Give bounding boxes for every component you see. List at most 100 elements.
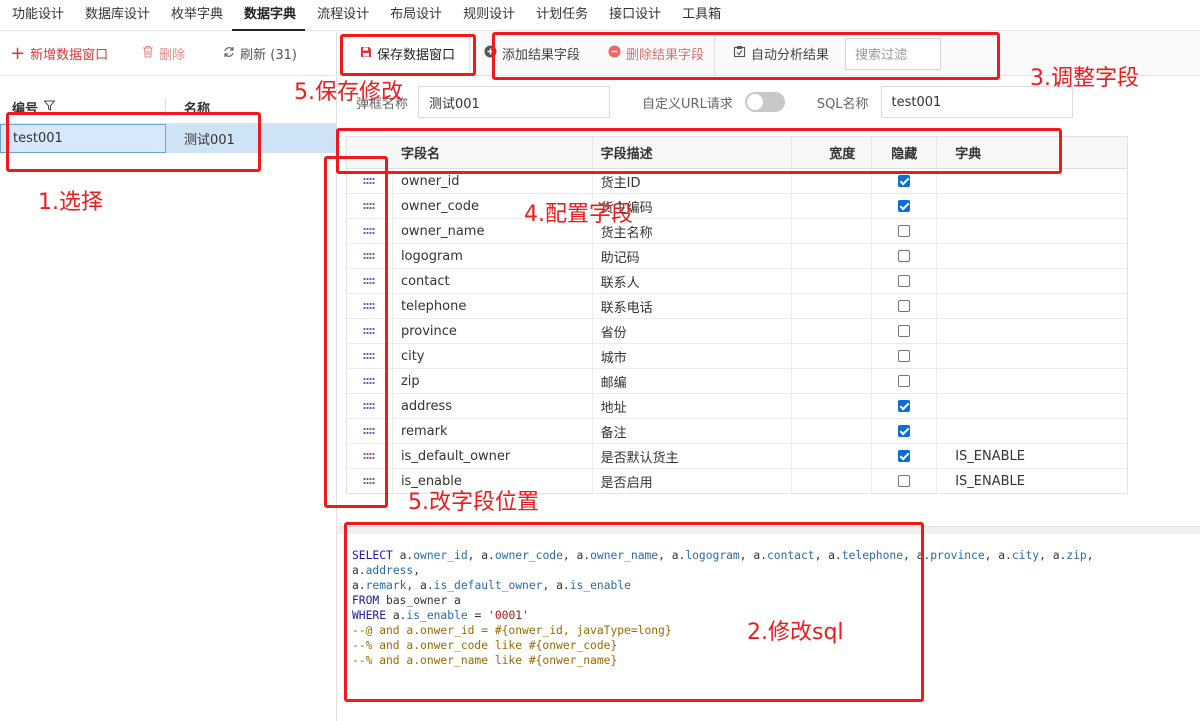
field-desc-cell[interactable]: 是否默认货主	[593, 444, 793, 468]
table-row[interactable]: address 地址	[347, 394, 1127, 419]
search-filter-input[interactable]: 搜索过滤	[845, 37, 942, 70]
hidden-checkbox[interactable]	[898, 300, 911, 312]
width-cell[interactable]	[792, 319, 873, 343]
refresh-button[interactable]: 刷新 (31)	[213, 32, 307, 76]
width-header[interactable]: 宽度	[792, 137, 873, 168]
dict-cell[interactable]	[937, 294, 1127, 318]
hidden-checkbox[interactable]	[898, 200, 911, 212]
table-row[interactable]: zip 邮编	[347, 369, 1127, 394]
field-name-cell[interactable]: province	[393, 319, 593, 343]
table-row[interactable]: logogram 助记码	[347, 244, 1127, 269]
dict-cell[interactable]	[937, 319, 1127, 343]
field-desc-cell[interactable]: 备注	[593, 419, 793, 443]
hidden-header[interactable]: 隐藏	[872, 137, 938, 168]
hidden-checkbox[interactable]	[898, 325, 911, 337]
hidden-checkbox[interactable]	[898, 250, 911, 262]
menu-item[interactable]: 流程设计	[305, 0, 378, 31]
delete-button[interactable]: 删除	[132, 32, 195, 76]
drag-handle[interactable]	[347, 444, 393, 468]
table-row[interactable]: telephone 联系电话	[347, 294, 1127, 319]
custom-url-toggle[interactable]	[744, 92, 785, 112]
dict-cell[interactable]	[937, 244, 1127, 268]
field-desc-cell[interactable]: 联系人	[593, 269, 793, 293]
width-cell[interactable]	[792, 344, 873, 368]
width-cell[interactable]	[792, 419, 873, 443]
field-name-cell[interactable]: contact	[393, 269, 593, 293]
menu-item[interactable]: 计划任务	[524, 0, 597, 31]
width-cell[interactable]	[792, 219, 873, 243]
menu-item[interactable]: 工具箱	[670, 0, 730, 31]
dict-cell[interactable]	[937, 169, 1127, 193]
dict-cell[interactable]	[937, 194, 1127, 218]
field-desc-cell[interactable]: 联系电话	[593, 294, 793, 318]
list-item[interactable]: test001 测试001	[0, 124, 336, 153]
menu-item[interactable]: 数据库设计	[73, 0, 159, 31]
drag-handle[interactable]	[347, 369, 393, 393]
menu-item[interactable]: 枚举字典	[159, 0, 232, 31]
hidden-checkbox[interactable]	[898, 475, 911, 487]
add-result-field-button[interactable]: 添加结果字段	[470, 32, 590, 76]
dict-cell[interactable]	[937, 419, 1127, 443]
field-name-header[interactable]: 字段名	[393, 137, 593, 168]
width-cell[interactable]	[792, 369, 873, 393]
table-row[interactable]: province 省份	[347, 319, 1127, 344]
drag-handle[interactable]	[347, 294, 393, 318]
drag-handle[interactable]	[347, 419, 393, 443]
width-cell[interactable]	[792, 294, 873, 318]
width-cell[interactable]	[792, 269, 873, 293]
table-row[interactable]: owner_code 货主编码	[347, 194, 1127, 219]
field-desc-cell[interactable]: 省份	[593, 319, 793, 343]
width-cell[interactable]	[792, 469, 873, 493]
menu-item[interactable]: 数据字典	[232, 0, 306, 31]
hidden-checkbox[interactable]	[898, 350, 911, 362]
dict-cell[interactable]	[937, 394, 1127, 418]
table-row[interactable]: owner_id 货主ID	[347, 169, 1127, 194]
drag-handle[interactable]	[347, 469, 393, 493]
hidden-checkbox[interactable]	[898, 225, 911, 237]
field-desc-cell[interactable]: 货主ID	[593, 169, 793, 193]
dict-header[interactable]: 字典	[937, 137, 1127, 168]
drag-handle[interactable]	[347, 394, 393, 418]
field-desc-cell[interactable]: 城市	[593, 344, 793, 368]
auto-analyze-button[interactable]: 自动分析结果	[715, 32, 839, 76]
field-name-cell[interactable]: is_default_owner	[393, 444, 593, 468]
dict-cell[interactable]	[937, 219, 1127, 243]
remove-result-field-button[interactable]: 删除结果字段	[590, 32, 714, 76]
hidden-checkbox[interactable]	[898, 375, 911, 387]
width-cell[interactable]	[792, 169, 873, 193]
field-name-cell[interactable]: owner_id	[393, 169, 593, 193]
field-name-cell[interactable]: remark	[393, 419, 593, 443]
panel-splitter[interactable]	[338, 526, 1200, 534]
field-desc-cell[interactable]: 助记码	[593, 244, 793, 268]
table-row[interactable]: city 城市	[347, 344, 1127, 369]
table-row[interactable]: is_default_owner 是否默认货主 IS_ENABLE	[347, 444, 1127, 469]
hidden-checkbox[interactable]	[898, 275, 911, 287]
width-cell[interactable]	[792, 394, 873, 418]
menu-item[interactable]: 布局设计	[378, 0, 451, 31]
save-data-window-button[interactable]: 保存数据窗口	[338, 31, 470, 76]
drag-handle[interactable]	[347, 344, 393, 368]
name-column-header[interactable]: 名称	[166, 98, 210, 117]
filter-icon[interactable]	[43, 100, 56, 115]
hidden-checkbox[interactable]	[898, 175, 911, 187]
width-cell[interactable]	[792, 244, 873, 268]
drag-handle[interactable]	[347, 169, 393, 193]
field-desc-cell[interactable]: 是否启用	[593, 469, 793, 493]
drag-handle[interactable]	[347, 219, 393, 243]
field-desc-header[interactable]: 字段描述	[593, 137, 793, 168]
drag-handle[interactable]	[347, 194, 393, 218]
hidden-checkbox[interactable]	[898, 425, 911, 437]
popup-name-field[interactable]: 测试001	[418, 86, 611, 118]
field-name-cell[interactable]: telephone	[393, 294, 593, 318]
menu-item[interactable]: 功能设计	[0, 0, 73, 31]
drag-handle[interactable]	[347, 244, 393, 268]
drag-handle[interactable]	[347, 269, 393, 293]
dict-cell[interactable]: IS_ENABLE	[937, 444, 1127, 468]
hidden-checkbox[interactable]	[898, 400, 911, 412]
width-cell[interactable]	[792, 444, 873, 468]
table-row[interactable]: owner_name 货主名称	[347, 219, 1127, 244]
add-data-window-button[interactable]: + 新增数据窗口	[0, 32, 118, 76]
field-name-cell[interactable]: city	[393, 344, 593, 368]
dict-cell[interactable]	[937, 344, 1127, 368]
menu-item[interactable]: 接口设计	[597, 0, 670, 31]
